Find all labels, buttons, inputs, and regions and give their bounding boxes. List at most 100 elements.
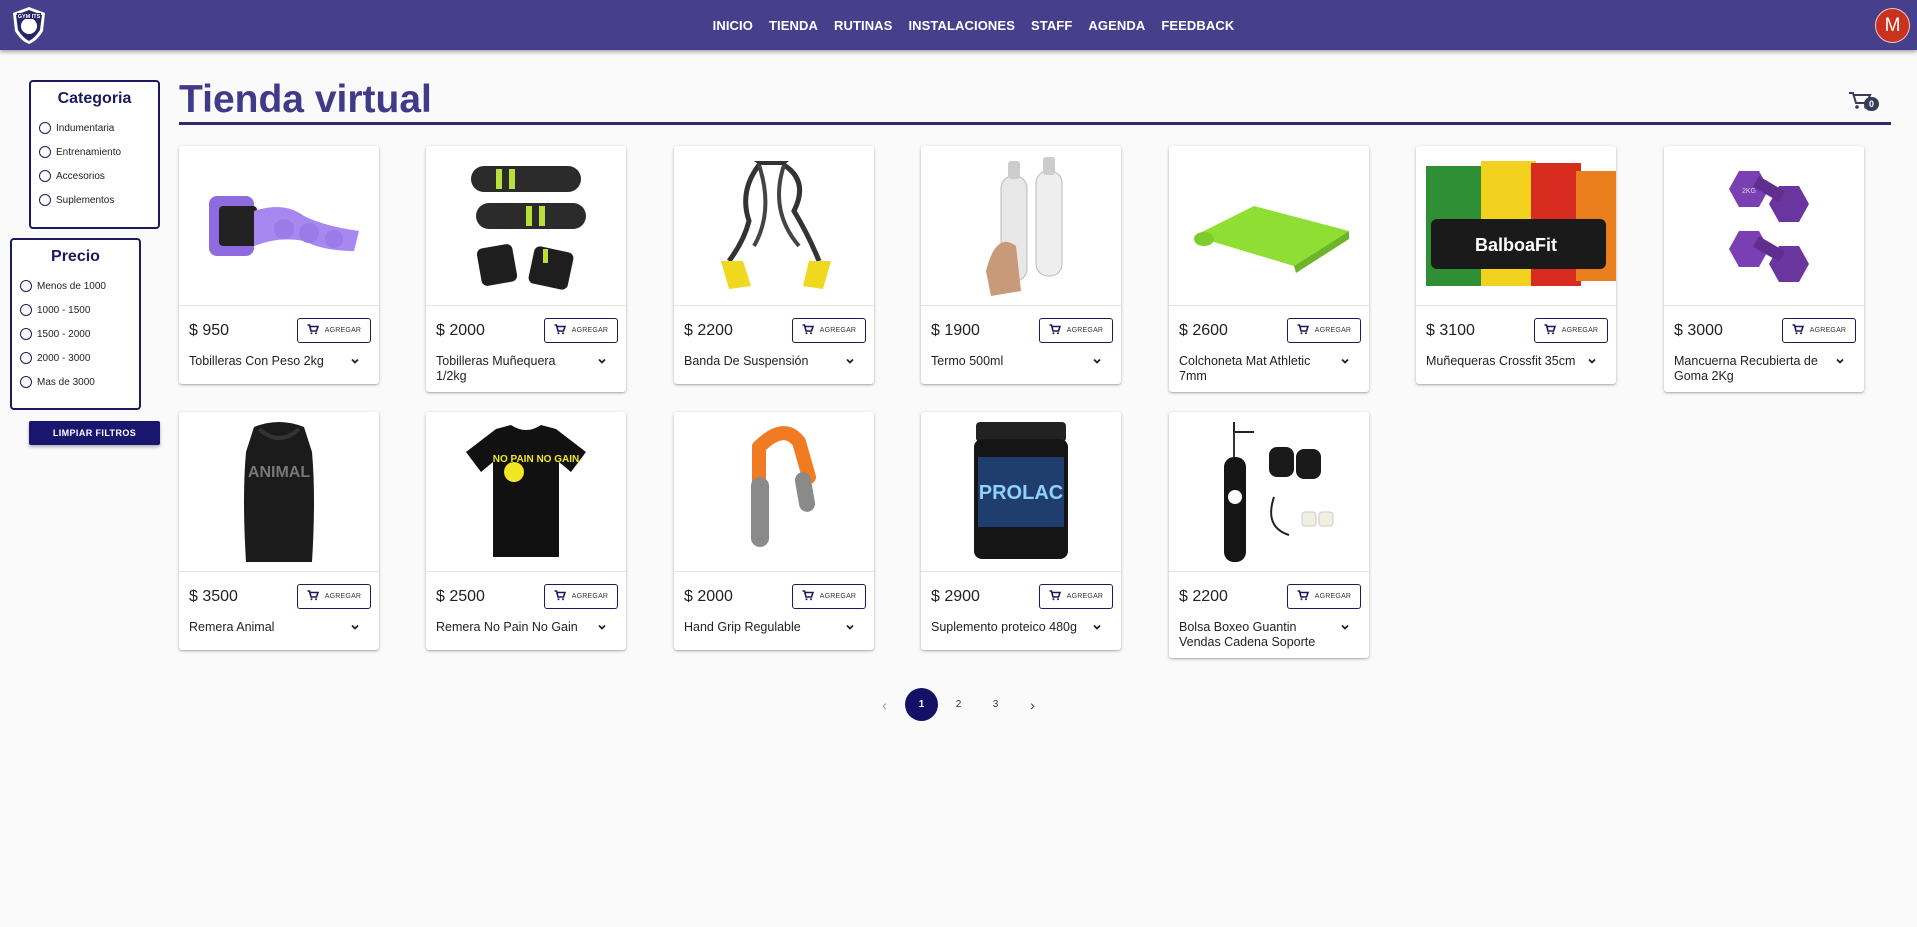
product-image-dumbbells[interactable]: 2KG — [1664, 146, 1864, 306]
chevron-down-icon[interactable] — [1339, 620, 1351, 632]
product-card[interactable]: $ 2600 AGREGAR Colchoneta Mat Athletic 7mm — [1169, 146, 1369, 392]
product-image-wrist-weights[interactable] — [426, 146, 626, 306]
nav-inicio[interactable]: INICIO — [713, 18, 753, 33]
radio-icon[interactable] — [20, 304, 32, 316]
chevron-down-icon[interactable] — [844, 620, 856, 632]
product-image-yoga-mat[interactable] — [1169, 146, 1369, 306]
add-to-cart-button[interactable]: AGREGAR — [1534, 318, 1608, 343]
chevron-down-icon[interactable] — [596, 620, 608, 632]
product-image-suspension-trainer[interactable] — [674, 146, 874, 306]
product-image-boxing-bag[interactable] — [1169, 412, 1369, 572]
radio-icon[interactable] — [20, 376, 32, 388]
add-to-cart-label: AGREGAR — [324, 327, 362, 334]
product-image-tank-top[interactable]: ANIMAL — [179, 412, 379, 572]
add-to-cart-button[interactable]: AGREGAR — [544, 318, 618, 343]
cart-add-icon — [802, 589, 814, 604]
add-to-cart-button[interactable]: AGREGAR — [544, 584, 618, 609]
product-price: $ 2000 — [684, 588, 733, 605]
product-image-protein-tub[interactable]: PROLAC — [921, 412, 1121, 572]
page-button[interactable]: 3 — [979, 688, 1012, 721]
price-option[interactable]: 1500 - 2000 — [12, 322, 139, 346]
product-card[interactable]: $ 2000 AGREGAR Tobilleras Muñequera 1/2kg — [426, 146, 626, 392]
chevron-down-icon[interactable] — [1339, 354, 1351, 366]
chevron-down-icon[interactable] — [349, 354, 361, 366]
category-option[interactable]: Entrenamiento — [31, 140, 158, 164]
product-name: Remera Animal — [189, 620, 275, 634]
product-image-hand-grip[interactable] — [674, 412, 874, 572]
next-page-button[interactable]: › — [1016, 688, 1049, 721]
page-button[interactable]: 2 — [942, 688, 975, 721]
product-card[interactable]: ANIMAL $ 3500 AGREGAR Remera Animal — [179, 412, 379, 650]
category-option[interactable]: Suplementos — [31, 188, 158, 212]
radio-icon[interactable] — [39, 194, 51, 206]
radio-icon[interactable] — [39, 170, 51, 182]
nav-instalaciones[interactable]: INSTALACIONES — [908, 18, 1015, 33]
product-card[interactable]: PROLAC $ 2900 AGREGAR Suplemento proteico 4… — [921, 412, 1121, 650]
nav-rutinas[interactable]: RUTINAS — [834, 18, 892, 33]
product-card[interactable]: $ 2000 AGREGAR Hand Grip Regulable — [674, 412, 874, 650]
radio-icon[interactable] — [20, 328, 32, 340]
add-to-cart-button[interactable]: AGREGAR — [1039, 318, 1113, 343]
user-avatar[interactable]: M — [1875, 8, 1910, 43]
product-card[interactable]: $ 1900 AGREGAR Termo 500ml — [921, 146, 1121, 384]
nav-feedback[interactable]: FEEDBACK — [1161, 18, 1234, 33]
radio-icon[interactable] — [20, 280, 32, 292]
page-button[interactable]: 1 — [905, 688, 938, 721]
product-name: Suplemento proteico 480g — [931, 620, 1077, 634]
product-image-bottles[interactable] — [921, 146, 1121, 306]
category-option[interactable]: Indumentaria — [31, 116, 158, 140]
clear-filters-button[interactable]: LIMPIAR FILTROS — [29, 421, 160, 445]
product-card[interactable]: $ 2200 AGREGAR Banda De Suspensión — [674, 146, 874, 384]
nav-tienda[interactable]: TIENDA — [769, 18, 818, 33]
product-image-text: BalboaFit — [1475, 235, 1557, 255]
price-option[interactable]: 1000 - 1500 — [12, 298, 139, 322]
add-to-cart-button[interactable]: AGREGAR — [792, 318, 866, 343]
product-card[interactable]: $ 950 AGREGAR Tobilleras Con Peso 2kg — [179, 146, 379, 384]
product-card[interactable]: NO PAIN NO GAIN $ 2500 AGREGAR Remera No Pa… — [426, 412, 626, 650]
chevron-down-icon[interactable] — [1586, 354, 1598, 366]
add-to-cart-label: AGREGAR — [571, 327, 609, 334]
product-card[interactable]: $ 2200 AGREGAR Bolsa Boxeo Guantin Vendas … — [1169, 412, 1369, 658]
product-card[interactable]: 2KG $ 3000 AGREGAR Mancuerna Recubierta de … — [1664, 146, 1864, 392]
add-to-cart-button[interactable]: AGREGAR — [297, 318, 371, 343]
product-image-wrist-wraps[interactable]: BalboaFit — [1416, 146, 1616, 306]
chevron-down-icon[interactable] — [349, 620, 361, 632]
cart-add-icon — [1792, 323, 1804, 338]
product-card[interactable]: BalboaFit $ 3100 AGREGAR Muñequeras Crossfi… — [1416, 146, 1616, 384]
chevron-down-icon[interactable] — [1091, 354, 1103, 366]
product-name: Mancuerna Recubierta de Goma 2Kg — [1674, 354, 1818, 383]
page-title: Tienda virtual — [179, 78, 432, 121]
chevron-down-icon[interactable] — [596, 354, 608, 366]
add-to-cart-label: AGREGAR — [819, 593, 857, 600]
price-option[interactable]: Menos de 1000 — [12, 274, 139, 298]
chevron-down-icon[interactable] — [1834, 354, 1846, 366]
nav-agenda[interactable]: AGENDA — [1088, 18, 1145, 33]
radio-icon[interactable] — [39, 146, 51, 158]
product-image-text: 2KG — [1742, 188, 1756, 195]
product-image-ankle-weights[interactable] — [179, 146, 379, 306]
product-price: $ 2200 — [684, 322, 733, 339]
price-option[interactable]: 2000 - 3000 — [12, 346, 139, 370]
add-to-cart-button[interactable]: AGREGAR — [1039, 584, 1113, 609]
price-option[interactable]: Mas de 3000 — [12, 370, 139, 394]
add-to-cart-button[interactable]: AGREGAR — [1782, 318, 1856, 343]
radio-icon[interactable] — [39, 122, 51, 134]
prev-page-button[interactable]: ‹ — [868, 688, 901, 721]
add-to-cart-button[interactable]: AGREGAR — [297, 584, 371, 609]
product-image-tshirt[interactable]: NO PAIN NO GAIN — [426, 412, 626, 572]
chevron-down-icon[interactable] — [1091, 620, 1103, 632]
category-option[interactable]: Accesorios — [31, 164, 158, 188]
add-to-cart-label: AGREGAR — [819, 327, 857, 334]
pagination: ‹ 1 2 3 › — [868, 688, 1053, 721]
chevron-down-icon[interactable] — [844, 354, 856, 366]
add-to-cart-button[interactable]: AGREGAR — [1287, 584, 1361, 609]
nav-staff[interactable]: STAFF — [1031, 18, 1072, 33]
title-divider — [179, 122, 1891, 125]
radio-icon[interactable] — [20, 352, 32, 364]
top-navbar: GYM ITS INICIO TIENDA RUTINAS INSTALACIO… — [0, 0, 1917, 50]
product-price: $ 2000 — [436, 322, 485, 339]
add-to-cart-button[interactable]: AGREGAR — [792, 584, 866, 609]
product-price: $ 950 — [189, 322, 230, 339]
product-price: $ 2500 — [436, 588, 485, 605]
add-to-cart-button[interactable]: AGREGAR — [1287, 318, 1361, 343]
